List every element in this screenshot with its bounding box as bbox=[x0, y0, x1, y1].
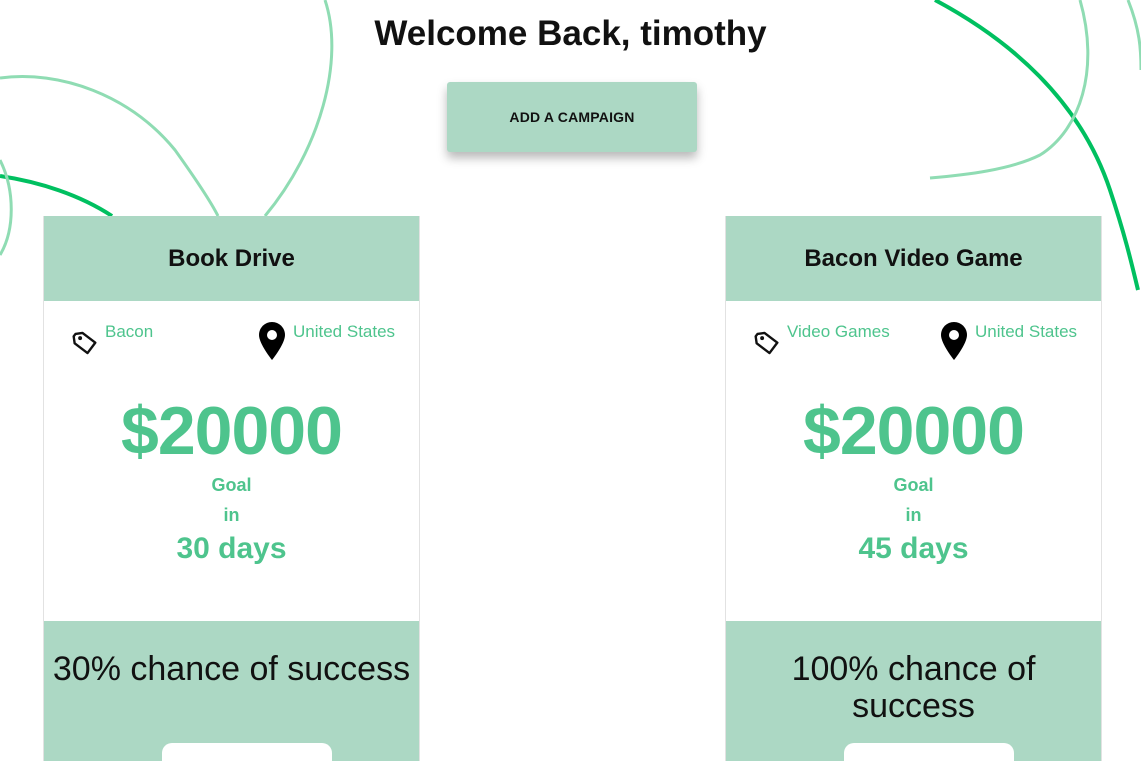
campaign-action-button[interactable] bbox=[162, 743, 332, 761]
goal-label: Goal bbox=[893, 475, 934, 495]
goal-amount: $20000 bbox=[803, 393, 1025, 469]
campaign-footer: 30% chance of success bbox=[44, 621, 419, 761]
campaign-footer: 100% chance of success bbox=[726, 621, 1101, 761]
decor-curve-left-light bbox=[0, 75, 220, 217]
decor-curve-left-loop bbox=[0, 159, 13, 256]
success-chance: 100% chance of success bbox=[791, 650, 1036, 725]
campaign-title: Bacon Video Game bbox=[726, 216, 1101, 301]
campaign-duration: 45 days bbox=[858, 532, 969, 565]
tag-icon bbox=[72, 331, 97, 355]
map-pin-icon bbox=[941, 322, 967, 360]
campaign-title: Book Drive bbox=[44, 216, 419, 301]
decor-curve-left-dark bbox=[0, 174, 114, 218]
campaign-card[interactable]: Bacon Video Game Video Games United Stat… bbox=[725, 216, 1102, 761]
campaign-category[interactable]: Video Games bbox=[787, 322, 890, 342]
campaign-location[interactable]: United States bbox=[975, 322, 1077, 342]
goal-amount: $20000 bbox=[121, 393, 343, 469]
map-pin-icon bbox=[259, 322, 285, 360]
campaign-duration: 30 days bbox=[176, 532, 287, 565]
campaign-meta: Bacon United States bbox=[44, 301, 419, 381]
tag-icon bbox=[754, 331, 779, 355]
success-chance: 30% chance of success bbox=[52, 650, 411, 688]
in-label: in bbox=[905, 505, 922, 525]
add-campaign-button[interactable]: ADD A CAMPAIGN bbox=[447, 82, 697, 152]
dashboard-page: Welcome Back, timothy ADD A CAMPAIGN Boo… bbox=[0, 0, 1141, 761]
goal-label: Goal bbox=[211, 475, 252, 495]
campaign-card[interactable]: Book Drive Bacon United States $20000 Go… bbox=[43, 216, 420, 761]
campaign-location[interactable]: United States bbox=[293, 322, 395, 342]
campaign-meta: Video Games United States bbox=[726, 301, 1101, 381]
campaign-action-button[interactable] bbox=[844, 743, 1014, 761]
in-label: in bbox=[223, 505, 240, 525]
campaign-category[interactable]: Bacon bbox=[105, 322, 153, 342]
welcome-heading: Welcome Back, timothy bbox=[374, 14, 767, 53]
